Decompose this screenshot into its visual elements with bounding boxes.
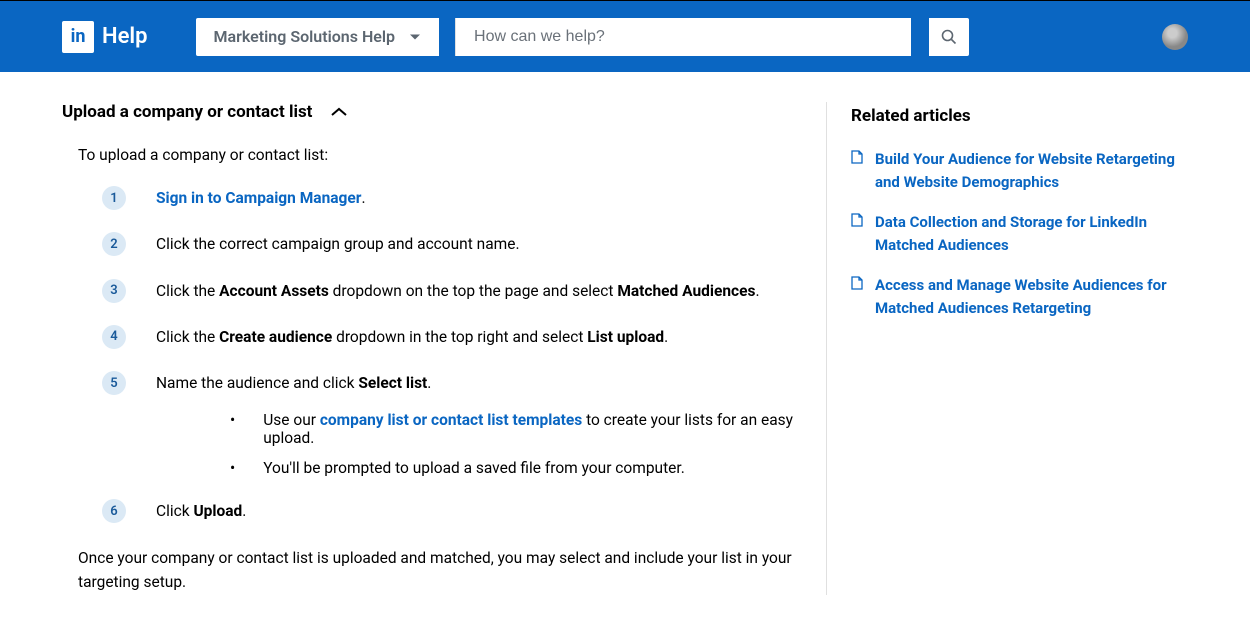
step-number: 1 bbox=[102, 186, 126, 210]
help-label: Help bbox=[102, 24, 148, 49]
step-item: 5 Name the audience and click Select list… bbox=[102, 371, 802, 395]
step-text: Sign in to Campaign Manager. bbox=[156, 186, 366, 210]
related-item: Build Your Audience for Website Retarget… bbox=[851, 148, 1187, 193]
bold-text: List upload bbox=[587, 328, 664, 346]
step-number: 5 bbox=[102, 371, 126, 395]
related-link[interactable]: Access and Manage Website Audiences for … bbox=[875, 274, 1187, 319]
step-text: Click the Create audience dropdown in th… bbox=[156, 325, 668, 349]
step-number: 6 bbox=[102, 499, 126, 523]
sub-bullet-item: • You'll be prompted to upload a saved fi… bbox=[230, 459, 802, 477]
section-toggle[interactable]: Upload a company or contact list bbox=[62, 102, 802, 122]
inline-link[interactable]: Sign in to Campaign Manager bbox=[156, 189, 361, 207]
step-item: 2 Click the correct campaign group and ac… bbox=[102, 232, 802, 256]
related-item: Data Collection and Storage for LinkedIn… bbox=[851, 211, 1187, 256]
step-number: 4 bbox=[102, 325, 126, 349]
main-column: Upload a company or contact list To uplo… bbox=[62, 102, 802, 595]
search-input[interactable] bbox=[455, 18, 911, 56]
step-item: 3 Click the Account Assets dropdown on th… bbox=[102, 279, 802, 303]
logo-letters: in bbox=[71, 26, 86, 47]
bold-text: Matched Audiences bbox=[617, 282, 755, 300]
logo-area[interactable]: in Help bbox=[62, 21, 148, 53]
document-icon bbox=[851, 150, 863, 164]
intro-text: To upload a company or contact list: bbox=[78, 146, 802, 164]
inline-link[interactable]: company list or contact list templates bbox=[320, 411, 582, 429]
avatar-wrap bbox=[1162, 24, 1188, 50]
document-icon bbox=[851, 213, 863, 227]
related-link[interactable]: Data Collection and Storage for LinkedIn… bbox=[875, 211, 1187, 256]
step-text: Name the audience and click Select list. bbox=[156, 371, 431, 395]
chevron-up-icon bbox=[330, 107, 348, 117]
search-button[interactable] bbox=[929, 18, 969, 56]
step-item: 6 Click Upload. bbox=[102, 499, 802, 523]
related-list: Build Your Audience for Website Retarget… bbox=[851, 148, 1187, 319]
search-icon bbox=[941, 29, 957, 45]
related-item: Access and Manage Website Audiences for … bbox=[851, 274, 1187, 319]
outro-text: Once your company or contact list is upl… bbox=[78, 546, 802, 596]
linkedin-logo-icon: in bbox=[62, 21, 94, 53]
step-item: 1 Sign in to Campaign Manager. bbox=[102, 186, 802, 210]
related-sidebar: Related articles Build Your Audience for… bbox=[851, 102, 1187, 595]
content-area: Upload a company or contact list To uplo… bbox=[0, 72, 1250, 625]
related-link[interactable]: Build Your Audience for Website Retarget… bbox=[875, 148, 1187, 193]
bullet-dot-icon: • bbox=[230, 459, 235, 477]
bold-text: Select list bbox=[358, 374, 427, 392]
bullet-dot-icon: • bbox=[230, 411, 235, 447]
bold-text: Upload bbox=[193, 502, 242, 520]
section-title: Upload a company or contact list bbox=[62, 102, 312, 122]
help-topic-dropdown[interactable]: Marketing Solutions Help bbox=[196, 18, 440, 56]
sub-bullet-text: You'll be prompted to upload a saved fil… bbox=[263, 459, 685, 477]
step-text: Click the correct campaign group and acc… bbox=[156, 232, 520, 256]
bold-text: Account Assets bbox=[219, 282, 329, 300]
steps-list: 1 Sign in to Campaign Manager. 2 Click the … bbox=[102, 186, 802, 524]
vertical-divider bbox=[826, 102, 827, 595]
step-item: 4 Click the Create audience dropdown in t… bbox=[102, 325, 802, 349]
sub-bullet-text: Use our company list or contact list tem… bbox=[263, 411, 802, 447]
user-avatar[interactable] bbox=[1162, 24, 1188, 50]
step-number: 3 bbox=[102, 279, 126, 303]
sub-bullet-item: • Use our company list or contact list te… bbox=[230, 411, 802, 447]
step-text: Click Upload. bbox=[156, 499, 246, 523]
step-number: 2 bbox=[102, 232, 126, 256]
topic-label: Marketing Solutions Help bbox=[214, 27, 396, 46]
document-icon bbox=[851, 276, 863, 290]
sidebar-title: Related articles bbox=[851, 106, 1187, 126]
sub-bullet-list: • Use our company list or contact list te… bbox=[230, 411, 802, 477]
caret-down-icon bbox=[409, 33, 421, 41]
header-bar: in Help Marketing Solutions Help bbox=[0, 0, 1250, 72]
bold-text: Create audience bbox=[219, 328, 332, 346]
step-text: Click the Account Assets dropdown on the… bbox=[156, 279, 760, 303]
